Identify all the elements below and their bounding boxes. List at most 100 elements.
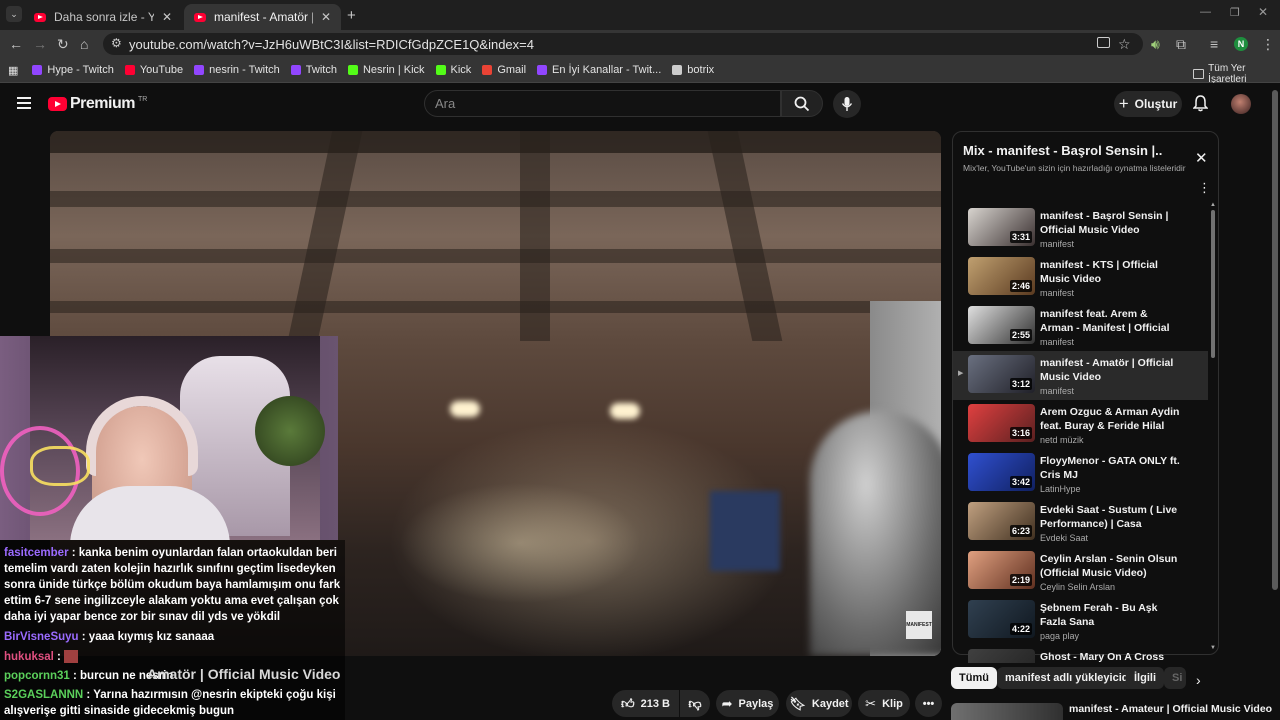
bookmark-item[interactable]: Twitch bbox=[290, 64, 337, 76]
video-thumbnail[interactable]: 2:19 bbox=[968, 551, 1035, 589]
voice-search-button[interactable] bbox=[833, 90, 861, 118]
scroll-down-arrow[interactable]: ▼ bbox=[1210, 645, 1216, 651]
next-video-thumbnail[interactable] bbox=[951, 703, 1063, 720]
notifications-icon[interactable] bbox=[1192, 95, 1209, 115]
playlist-item[interactable]: 3:31 manifest - Başrol Sensin | Official … bbox=[953, 204, 1208, 253]
bookmark-item[interactable]: Gmail bbox=[482, 64, 526, 76]
bookmark-item[interactable]: Kick bbox=[435, 64, 471, 76]
bookmark-item[interactable]: YouTube bbox=[124, 64, 183, 76]
install-app-icon[interactable] bbox=[1097, 37, 1110, 48]
account-avatar[interactable] bbox=[1231, 94, 1251, 114]
playlist-item[interactable]: Ghost - Mary On A Cross bbox=[953, 645, 1208, 663]
playlist-item-title[interactable]: manifest - Amatör | Official Music Video bbox=[1040, 356, 1180, 384]
browser-menu-icon[interactable]: ⋮ bbox=[1261, 36, 1275, 53]
playlist-more-icon[interactable]: ⋮ bbox=[1198, 180, 1211, 196]
playlist-item-channel[interactable]: paga play bbox=[1040, 631, 1079, 641]
forward-icon[interactable]: → bbox=[33, 36, 47, 52]
bookmark-item[interactable]: Hype - Twitch bbox=[32, 64, 114, 76]
like-button[interactable]: 👍︎ 213 B bbox=[612, 690, 679, 717]
bookmark-item[interactable]: botrix bbox=[672, 64, 714, 76]
playlist-item-title[interactable]: FloyyMenor - GATA ONLY ft. Cris MJ bbox=[1040, 454, 1180, 482]
playlist-title[interactable]: Mix - manifest - Başrol Sensin |... bbox=[963, 143, 1163, 158]
video-thumbnail[interactable]: 2:46 bbox=[968, 257, 1035, 295]
page-scrollbar[interactable] bbox=[1272, 90, 1278, 590]
playlist-item-channel[interactable]: Ceylin Selin Arslan bbox=[1040, 582, 1115, 592]
close-playlist-icon[interactable]: ✕ bbox=[1195, 149, 1208, 167]
profile-avatar[interactable]: N bbox=[1234, 37, 1248, 51]
tab-search-button[interactable]: ⌄ bbox=[6, 6, 22, 22]
playlist-item-title[interactable]: Arem Ozguc & Arman Aydin feat. Buray & F… bbox=[1040, 405, 1180, 433]
tab-watch-later[interactable]: Daha sonra izle - YouTube ✕ bbox=[24, 4, 182, 30]
chip-all[interactable]: Tümü bbox=[951, 667, 997, 689]
playlist-item-channel[interactable]: manifest bbox=[1040, 386, 1074, 396]
create-button[interactable]: + Oluştur bbox=[1114, 91, 1182, 117]
bookmark-item[interactable]: En İyi Kanallar - Twit... bbox=[537, 64, 661, 76]
video-thumbnail[interactable]: 4:22 bbox=[968, 600, 1035, 638]
playlist-item-title[interactable]: manifest - Başrol Sensin | Official Musi… bbox=[1040, 209, 1180, 237]
channel-watermark[interactable]: MANIFEST bbox=[906, 611, 932, 639]
audio-playing-icon[interactable]: 🔊︎ bbox=[1151, 36, 1160, 53]
tab-current-video[interactable]: manifest - Amatör | Official Mu ✕ bbox=[184, 4, 341, 30]
home-icon[interactable]: ⌂ bbox=[80, 36, 88, 52]
search-button[interactable] bbox=[781, 90, 823, 117]
video-thumbnail[interactable]: 3:42 bbox=[968, 453, 1035, 491]
playlist-item[interactable]: 3:42 FloyyMenor - GATA ONLY ft. Cris MJ La… bbox=[953, 449, 1208, 498]
all-bookmarks-folder[interactable]: Tüm Yer İşaretleri bbox=[1193, 63, 1280, 85]
video-thumbnail[interactable]: 3:12 bbox=[968, 355, 1035, 393]
site-info-icon[interactable]: ⚙ bbox=[111, 36, 122, 50]
playlist-item[interactable]: 6:23 Evdeki Saat - Sustum ( Live Performa… bbox=[953, 498, 1208, 547]
video-thumbnail[interactable] bbox=[968, 649, 1035, 663]
search-input[interactable]: Ara bbox=[424, 90, 781, 117]
media-controls-icon[interactable]: ≡ bbox=[1210, 36, 1218, 52]
playlist-item-title[interactable]: Ceylin Arslan - Senin Olsun (Official Mu… bbox=[1040, 552, 1180, 580]
guide-menu-icon[interactable] bbox=[17, 97, 31, 109]
save-button[interactable]: 🔖︎ Kaydet bbox=[786, 690, 852, 717]
omnibox[interactable]: ⚙ youtube.com/watch?v=JzH6uWBtC3I&list=R… bbox=[103, 33, 1143, 55]
video-thumbnail[interactable]: 3:16 bbox=[968, 404, 1035, 442]
video-thumbnail[interactable]: 2:55 bbox=[968, 306, 1035, 344]
chips-next-icon[interactable]: › bbox=[1196, 672, 1201, 688]
bookmark-star-icon[interactable]: ☆ bbox=[1118, 36, 1131, 53]
playlist-item[interactable]: 3:16 Arem Ozguc & Arman Aydin feat. Buray… bbox=[953, 400, 1208, 449]
playlist-item-title[interactable]: Evdeki Saat - Sustum ( Live Performance)… bbox=[1040, 503, 1180, 531]
apps-icon[interactable]: ▦ bbox=[8, 64, 18, 77]
more-actions-button[interactable]: ••• bbox=[915, 690, 942, 717]
playlist-item[interactable]: 4:22 Şebnem Ferah - Bu Aşk Fazla Sana paga… bbox=[953, 596, 1208, 645]
chip-more[interactable]: Si bbox=[1164, 667, 1186, 689]
chip-related[interactable]: İlgili bbox=[1126, 667, 1164, 689]
playlist-item[interactable]: 2:46 manifest - KTS | Official Music Vide… bbox=[953, 253, 1208, 302]
video-thumbnail[interactable]: 3:31 bbox=[968, 208, 1035, 246]
bookmark-item[interactable]: Nesrin | Kick bbox=[347, 64, 425, 76]
url-text[interactable]: youtube.com/watch?v=JzH6uWBtC3I&list=RDI… bbox=[129, 37, 534, 52]
minimize-icon[interactable]: — bbox=[1200, 6, 1211, 18]
extensions-icon[interactable]: ⧉ bbox=[1176, 36, 1186, 53]
bookmark-item[interactable]: nesrin - Twitch bbox=[194, 64, 280, 76]
reload-icon[interactable]: ↻ bbox=[57, 36, 69, 53]
close-icon[interactable]: ✕ bbox=[321, 10, 331, 24]
new-tab-button[interactable]: + bbox=[347, 7, 356, 24]
playlist-item-channel[interactable]: LatinHype bbox=[1040, 484, 1081, 494]
playlist-item[interactable]: 2:19 Ceylin Arslan - Senin Olsun (Officia… bbox=[953, 547, 1208, 596]
playlist-item-channel[interactable]: Evdeki Saat bbox=[1040, 533, 1088, 543]
playlist-item-title[interactable]: manifest - KTS | Official Music Video bbox=[1040, 258, 1180, 286]
playlist-item-title[interactable]: manifest feat. Arem & Arman - Manifest |… bbox=[1040, 307, 1180, 335]
playlist-item[interactable]: 2:55 manifest feat. Arem & Arman - Manife… bbox=[953, 302, 1208, 351]
back-icon[interactable]: ← bbox=[9, 36, 23, 52]
scroll-up-arrow[interactable]: ▲ bbox=[1210, 202, 1216, 208]
playlist-item-channel[interactable]: manifest bbox=[1040, 288, 1074, 298]
playlist-scrollbar[interactable] bbox=[1211, 210, 1215, 358]
window-close-icon[interactable]: ✕ bbox=[1258, 5, 1268, 19]
video-thumbnail[interactable]: 6:23 bbox=[968, 502, 1035, 540]
next-video-title[interactable]: manifest - Amateur | Official Music Vide… bbox=[1069, 703, 1272, 715]
playlist-item-channel[interactable]: manifest bbox=[1040, 239, 1074, 249]
playlist-item[interactable]: ▶ 3:12 manifest - Amatör | Official Music … bbox=[953, 351, 1208, 400]
dislike-button[interactable]: 👎︎ bbox=[680, 690, 710, 717]
playlist-item-channel[interactable]: manifest bbox=[1040, 337, 1074, 347]
clip-button[interactable]: ✂ Klip bbox=[858, 690, 910, 717]
playlist-item-channel[interactable]: netd müzik bbox=[1040, 435, 1084, 445]
youtube-premium-logo[interactable]: Premium TR bbox=[48, 95, 147, 113]
playlist-item-title[interactable]: Ghost - Mary On A Cross bbox=[1040, 650, 1180, 663]
playlist-item-title[interactable]: Şebnem Ferah - Bu Aşk Fazla Sana bbox=[1040, 601, 1180, 629]
close-icon[interactable]: ✕ bbox=[162, 10, 172, 24]
restore-icon[interactable]: ❐ bbox=[1230, 6, 1240, 19]
